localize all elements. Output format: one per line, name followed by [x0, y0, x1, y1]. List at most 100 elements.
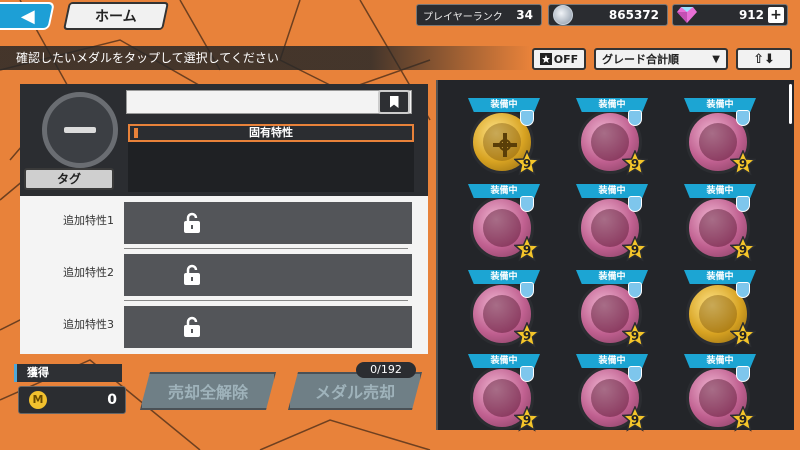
- empty-dash-icon: [64, 127, 96, 133]
- medal-card[interactable]: 装備中 9: [572, 98, 652, 178]
- grade-value: 9: [738, 413, 748, 427]
- scrollbar[interactable]: [789, 84, 792, 124]
- medal-card[interactable]: 装備中 9: [680, 98, 760, 178]
- extra-trait-slot[interactable]: [124, 306, 412, 348]
- medal-grid: 装備中 9 装備中 9 装備中 9 装備中 9 装備中 9 装備中 9 装備中 9 装備中 9 装備中 9 装備中 9…: [436, 80, 794, 432]
- acquire-value: 0: [107, 392, 117, 408]
- grade-value: 9: [738, 243, 748, 257]
- unselect-all-button[interactable]: 売却全解除: [140, 372, 276, 410]
- shield-icon: [628, 196, 642, 212]
- shield-icon: [520, 196, 534, 212]
- medal-card[interactable]: 装備中 9: [464, 184, 544, 264]
- shield-icon: [628, 110, 642, 126]
- chevron-down-icon: ▼: [712, 53, 720, 65]
- extra-trait-row-3: 追加特性3: [20, 302, 428, 350]
- medal-card[interactable]: 装備中 9: [572, 354, 652, 434]
- shield-icon: [628, 282, 642, 298]
- chevron-left-icon: ◀: [21, 5, 35, 27]
- acquire-label: 獲得: [14, 364, 122, 382]
- player-rank-value: 34: [516, 8, 533, 22]
- medal-card[interactable]: 装備中 9: [464, 98, 544, 178]
- grade-value: 9: [738, 329, 748, 343]
- medal-card[interactable]: 装備中 9: [464, 270, 544, 350]
- sort-label: グレード合計順: [602, 53, 679, 66]
- empty-medal-slot: [42, 92, 118, 168]
- grade-star-badge: 9: [729, 405, 757, 432]
- extra-trait-row-2: 追加特性2: [20, 250, 428, 301]
- bookmark-star-icon: [539, 53, 552, 65]
- shield-icon: [628, 366, 642, 382]
- bookmark-filter-toggle[interactable]: OFF: [532, 48, 586, 70]
- sort-select[interactable]: グレード合計順 ▼: [594, 48, 728, 70]
- coin-value: 865372: [608, 8, 659, 22]
- shield-icon: [736, 366, 750, 382]
- grade-star-badge: 9: [729, 235, 757, 262]
- lock-icon: [184, 264, 200, 285]
- m-coin-icon: M: [29, 391, 47, 409]
- divider: [124, 248, 408, 249]
- medal-card[interactable]: 装備中 9: [680, 354, 760, 434]
- acquire-box: M 0: [18, 386, 126, 414]
- grade-star-badge: 9: [513, 235, 541, 262]
- medal-card[interactable]: 装備中 9: [572, 270, 652, 350]
- gem-icon: [677, 7, 697, 23]
- grade-star-badge: 9: [621, 321, 649, 348]
- grade-star-badge: 9: [513, 321, 541, 348]
- filter-off-label: OFF: [553, 52, 579, 66]
- grade-value: 9: [522, 329, 532, 343]
- extra-trait-label: 追加特性1: [63, 214, 114, 227]
- coin-icon: [553, 5, 573, 25]
- grade-value: 9: [630, 329, 640, 343]
- lock-icon: [184, 316, 200, 337]
- medal-card[interactable]: 装備中 9: [680, 184, 760, 264]
- coin-box: 865372: [548, 4, 668, 26]
- back-button[interactable]: ◀: [0, 2, 55, 30]
- grade-value: 9: [630, 157, 640, 171]
- medal-card[interactable]: 装備中 9: [680, 270, 760, 350]
- grade-star-badge: 9: [729, 149, 757, 176]
- extra-trait-label: 追加特性3: [63, 318, 114, 331]
- grade-value: 9: [630, 243, 640, 257]
- selected-count: 0/192: [356, 362, 416, 378]
- medal-detail-panel: 固有特性 タグ 追加特性1 追加特性2 追加特性3: [20, 84, 428, 354]
- grade-value: 9: [738, 157, 748, 171]
- home-button[interactable]: ホーム: [63, 2, 169, 30]
- medal-summary: 固有特性 タグ: [20, 84, 428, 196]
- shield-icon: [520, 110, 534, 126]
- grade-value: 9: [630, 413, 640, 427]
- gem-box: 912 +: [672, 4, 788, 26]
- medal-name-field: [126, 90, 412, 114]
- player-rank-label: プレイヤーランク: [423, 11, 503, 23]
- player-rank-box: プレイヤーランク 34: [416, 4, 542, 26]
- instruction-text: 確認したいメダルをタップして選択してください: [0, 46, 530, 70]
- grade-star-badge: 9: [513, 149, 541, 176]
- lock-icon: [184, 212, 200, 233]
- unique-trait-header: 固有特性: [128, 124, 414, 142]
- gem-value: 912: [738, 8, 764, 22]
- grade-value: 9: [522, 243, 532, 257]
- grade-star-badge: 9: [729, 321, 757, 348]
- grade-star-badge: 9: [621, 405, 649, 432]
- grade-value: 9: [522, 157, 532, 171]
- grade-star-badge: 9: [513, 405, 541, 432]
- bookmark-button[interactable]: [378, 90, 410, 114]
- extra-trait-row-1: 追加特性1: [20, 198, 428, 249]
- medal-card[interactable]: 装備中 9: [572, 184, 652, 264]
- add-gems-button[interactable]: +: [768, 7, 784, 23]
- divider: [124, 300, 408, 301]
- extra-trait-slot[interactable]: [124, 254, 412, 296]
- grade-star-badge: 9: [621, 235, 649, 262]
- shield-icon: [736, 110, 750, 126]
- home-label: ホーム: [95, 9, 137, 25]
- unique-trait-body: [128, 142, 414, 192]
- shield-icon: [736, 282, 750, 298]
- bookmark-icon: [389, 96, 399, 108]
- grade-star-badge: 9: [621, 149, 649, 176]
- shield-icon: [736, 196, 750, 212]
- grade-value: 9: [522, 413, 532, 427]
- shield-icon: [520, 282, 534, 298]
- sort-order-button[interactable]: ⇧⬇: [736, 48, 792, 70]
- extra-trait-slot[interactable]: [124, 202, 412, 244]
- tag-button[interactable]: タグ: [24, 168, 114, 190]
- medal-card[interactable]: 装備中 9: [464, 354, 544, 434]
